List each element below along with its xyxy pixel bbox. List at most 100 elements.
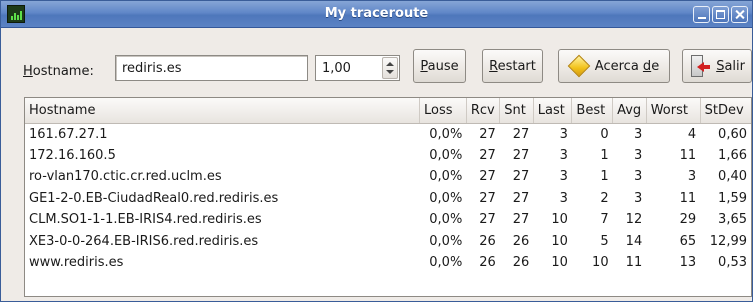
hops-table-frame[interactable]: Hostname Loss Rcv Snt Last Best Avg Wors…: [24, 97, 752, 297]
cell-rcv: 26: [479, 233, 496, 249]
table-row[interactable]: ro-vlan170.ctic.cr.red.uclm.es 0,0% 27 2…: [25, 166, 751, 188]
restart-button[interactable]: Restart: [482, 49, 543, 83]
cell-best: 1: [600, 147, 609, 163]
cell-last: 10: [551, 255, 568, 271]
cell-hostname: XE3-0-0-264.EB-IRIS6.red.rediris.es: [29, 233, 259, 249]
star-icon: [569, 56, 589, 76]
about-button[interactable]: Acerca de: [558, 49, 670, 83]
app-window: My traceroute Hostname: Pause Restart Ac…: [0, 0, 753, 302]
cell-hostname: 172.16.160.5: [29, 147, 116, 163]
cell-stdev: 12,99: [709, 233, 747, 249]
spin-arrows[interactable]: [382, 57, 398, 79]
table-header-row: Hostname Loss Rcv Snt Last Best Avg Wors…: [25, 98, 751, 124]
maximize-button[interactable]: [712, 6, 729, 23]
cell-best: 1: [600, 169, 609, 185]
cell-last: 10: [551, 212, 568, 228]
table-row[interactable]: www.rediris.es 0,0% 26 26 10 10 11 13 0,…: [25, 252, 751, 274]
table-row[interactable]: 161.67.27.1 0,0% 27 27 3 0 3 4 0,60: [25, 123, 751, 145]
cell-loss: 0,0%: [429, 255, 463, 271]
cell-snt: 27: [512, 190, 530, 206]
cell-last: 3: [559, 147, 568, 163]
column-header-worst[interactable]: Worst: [646, 98, 701, 124]
minimize-icon: [698, 17, 706, 19]
cell-avg: 3: [633, 147, 643, 163]
cell-best: 5: [600, 233, 609, 249]
cell-snt: 27: [512, 126, 530, 142]
cell-loss: 0,0%: [429, 126, 463, 142]
cell-stdev: 0,60: [718, 126, 747, 142]
column-header-stdev[interactable]: StDev: [700, 98, 751, 124]
cell-worst: 13: [679, 255, 697, 271]
column-header-avg[interactable]: Avg: [612, 98, 647, 124]
cell-worst: 65: [679, 233, 697, 249]
spin-down-icon[interactable]: [386, 70, 394, 74]
cell-loss: 0,0%: [429, 169, 463, 185]
column-header-hostname[interactable]: Hostname: [25, 98, 421, 124]
cell-best: 0: [600, 126, 609, 142]
exit-door-icon: [689, 54, 710, 78]
cell-last: 10: [551, 233, 568, 249]
column-header-best[interactable]: Best: [571, 98, 614, 124]
cell-worst: 11: [679, 147, 697, 163]
column-header-rcv[interactable]: Rcv: [466, 98, 501, 124]
cell-rcv: 26: [479, 255, 496, 271]
cell-loss: 0,0%: [429, 147, 463, 163]
column-header-loss[interactable]: Loss: [419, 98, 467, 124]
hostname-input[interactable]: [115, 55, 308, 81]
column-header-snt[interactable]: Snt: [499, 98, 534, 124]
table-row[interactable]: 172.16.160.5 0,0% 27 27 3 1 3 11 1,66: [25, 145, 751, 167]
close-button[interactable]: [731, 6, 748, 23]
cell-snt: 26: [512, 255, 530, 271]
cell-stdev: 0,53: [718, 255, 747, 271]
maximize-icon: [716, 10, 725, 19]
cell-rcv: 27: [479, 147, 496, 163]
quit-button[interactable]: Salir: [682, 49, 752, 83]
window-title: My traceroute: [324, 6, 429, 21]
cell-stdev: 1,59: [718, 190, 747, 206]
interval-spinbox[interactable]: [315, 55, 400, 81]
window-controls: [693, 6, 748, 23]
cell-hostname: GE1-2-0.EB-CiudadReal0.red.rediris.es: [29, 190, 279, 206]
cell-stdev: 0,40: [718, 169, 747, 185]
cell-loss: 0,0%: [429, 233, 463, 249]
cell-loss: 0,0%: [429, 212, 463, 228]
cell-hostname: CLM.SO1-1-1.EB-IRIS4.red.rediris.es: [29, 212, 262, 228]
cell-avg: 14: [625, 233, 643, 249]
cell-worst: 11: [679, 190, 697, 206]
cell-avg: 11: [625, 255, 643, 271]
table-row[interactable]: GE1-2-0.EB-CiudadReal0.red.rediris.es 0,…: [25, 188, 751, 210]
spin-up-icon[interactable]: [386, 62, 394, 66]
cell-stdev: 3,65: [718, 212, 747, 228]
cell-best: 7: [600, 212, 609, 228]
cell-rcv: 27: [479, 126, 496, 142]
cell-snt: 27: [512, 169, 530, 185]
cell-avg: 3: [633, 169, 643, 185]
cell-snt: 26: [512, 233, 530, 249]
table-row[interactable]: XE3-0-0-264.EB-IRIS6.red.rediris.es 0,0%…: [25, 231, 751, 253]
pause-button[interactable]: Pause: [413, 49, 466, 83]
cell-rcv: 27: [479, 169, 496, 185]
cell-avg: 12: [625, 212, 643, 228]
interval-input[interactable]: [316, 56, 382, 80]
hops-table: Hostname Loss Rcv Snt Last Best Avg Wors…: [25, 98, 751, 274]
cell-stdev: 1,66: [718, 147, 747, 163]
cell-last: 3: [559, 169, 568, 185]
cell-worst: 3: [687, 169, 697, 185]
hostname-label: Hostname:: [23, 64, 94, 79]
cell-avg: 3: [633, 190, 643, 206]
column-header-last[interactable]: Last: [533, 98, 573, 124]
cell-best: 2: [600, 190, 609, 206]
cell-last: 3: [559, 190, 568, 206]
cell-rcv: 27: [479, 190, 496, 206]
cell-hostname: 161.67.27.1: [29, 126, 108, 142]
cell-snt: 27: [512, 147, 530, 163]
title-bar[interactable]: My traceroute: [1, 1, 752, 28]
cell-best: 10: [592, 255, 609, 271]
cell-last: 3: [559, 126, 568, 142]
cell-worst: 29: [679, 212, 697, 228]
cell-loss: 0,0%: [429, 190, 463, 206]
table-row[interactable]: CLM.SO1-1-1.EB-IRIS4.red.rediris.es 0,0%…: [25, 209, 751, 231]
minimize-button[interactable]: [693, 6, 710, 23]
cell-snt: 27: [512, 212, 530, 228]
cell-avg: 3: [633, 126, 643, 142]
